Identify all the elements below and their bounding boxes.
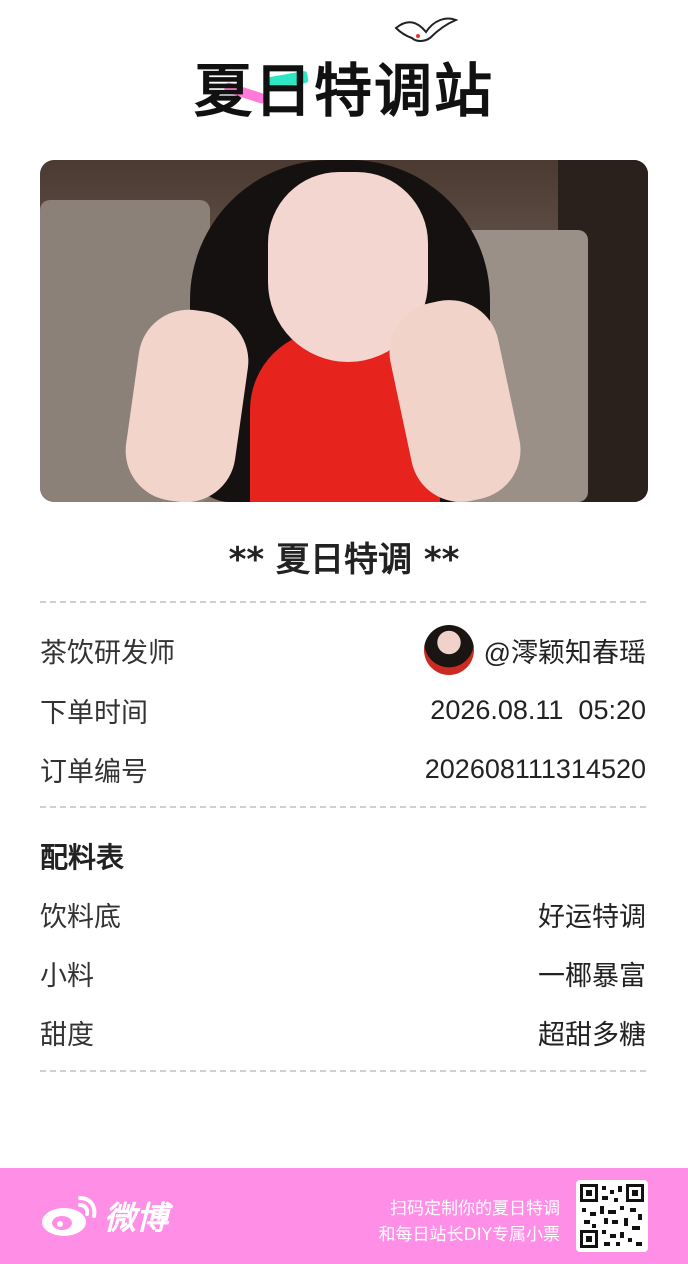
ingredient-row: 甜度 超甜多糖 — [40, 1010, 646, 1054]
maker-row: 茶饮研发师 @澪颖知春瑶 — [40, 625, 646, 675]
order-value: 202608111314520 — [424, 753, 646, 784]
order-label: 订单编号 — [40, 756, 148, 788]
maker-handle[interactable]: @澪颖知春瑶 — [484, 631, 646, 670]
avatar[interactable] — [423, 625, 474, 675]
logo: 夏日特调站 — [0, 0, 688, 140]
bird-icon — [394, 17, 458, 42]
footer: 微博 扫码定制你的夏日特调 和每日站长DIY专属小票 — [0, 1168, 688, 1264]
weibo-icon — [42, 1196, 97, 1236]
time-row: 下单时间 2026.08.11 05:20 — [40, 688, 646, 732]
hero-photo — [40, 160, 648, 502]
ingredient-value: 好运特调 — [538, 901, 646, 932]
maker-label: 茶饮研发师 — [40, 637, 175, 669]
divider — [40, 601, 646, 603]
ingredient-value: 超甜多糖 — [538, 1019, 646, 1050]
ingredient-value: 一椰暴富 — [538, 960, 646, 991]
divider — [40, 806, 646, 808]
maker-info[interactable]: @澪颖知春瑶 — [423, 625, 646, 675]
time-value: 2026.08.11 05:20 — [430, 694, 646, 725]
weibo-brand-text: 微博 — [104, 1199, 169, 1237]
footer-line-2: 和每日站长DIY专属小票 — [378, 1225, 561, 1245]
ingredients-title: 配料表 — [40, 841, 125, 874]
ingredient-row: 小料 一椰暴富 — [40, 951, 646, 995]
weibo-logo[interactable]: 微博 — [40, 1190, 168, 1242]
time-label: 下单时间 — [40, 697, 148, 729]
ingredient-label: 小料 — [40, 960, 94, 992]
receipt-title: ** 夏日特调 ** — [228, 540, 460, 580]
logo-text: 夏日特调站 — [193, 57, 494, 125]
qr-code[interactable] — [576, 1180, 648, 1252]
ingredient-label: 甜度 — [40, 1019, 94, 1051]
footer-text: 扫码定制你的夏日特调 和每日站长DIY专属小票 — [379, 1196, 561, 1248]
ingredient-row: 饮料底 好运特调 — [40, 892, 646, 936]
footer-line-1: 扫码定制你的夏日特调 — [390, 1199, 560, 1219]
qr-code-icon — [580, 1184, 644, 1248]
order-row: 订单编号 202608111314520 — [40, 747, 646, 791]
ingredient-label: 饮料底 — [40, 901, 121, 933]
divider — [40, 1070, 646, 1072]
